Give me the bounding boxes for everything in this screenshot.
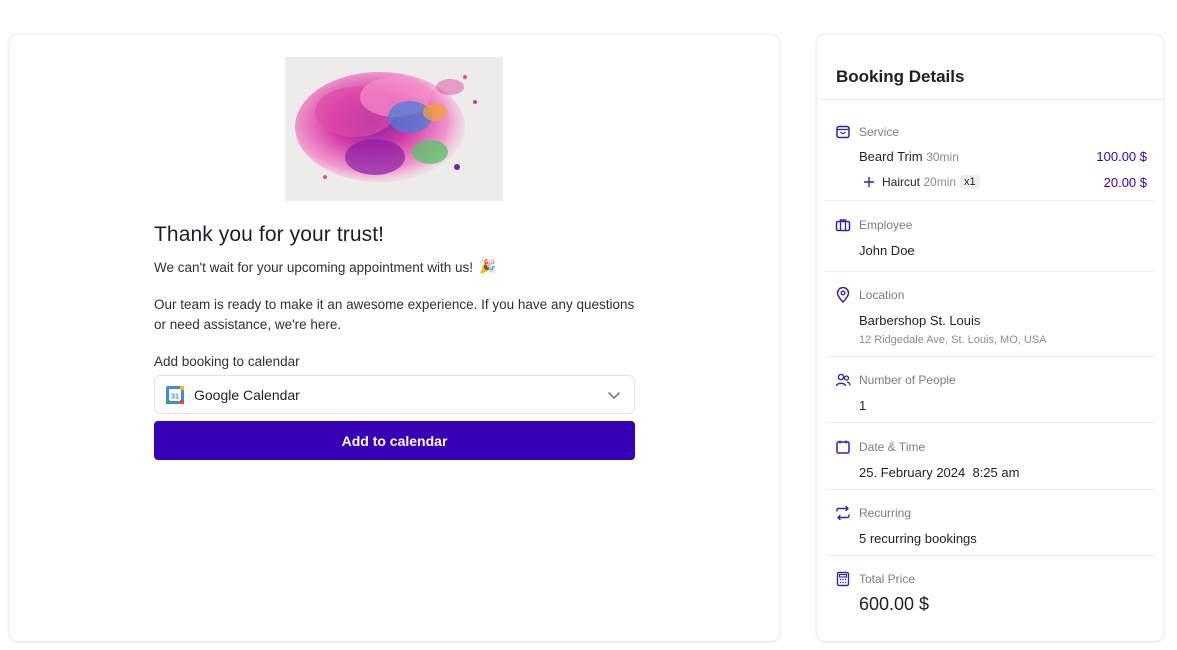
location-section: Location Barbershop St. Louis 12 Ridgeda… [825, 287, 1155, 357]
users-icon [835, 373, 851, 387]
datetime-label: Date & Time [859, 440, 926, 454]
svg-text:31: 31 [171, 393, 179, 400]
datetime-value: 25. February 2024 8:25 am [859, 465, 1019, 480]
date-value: 25. February 2024 [859, 465, 966, 480]
datetime-section: Date & Time 25. February 2024 8:25 am [825, 439, 1155, 490]
calendar-select[interactable]: 31 Google Calendar [154, 375, 635, 414]
people-value: 1 [859, 398, 867, 413]
briefcase-icon [835, 219, 851, 232]
location-label: Location [859, 288, 905, 302]
shopping-bag-icon [836, 125, 850, 139]
add-to-calendar-button[interactable]: Add to calendar [154, 421, 635, 460]
subtitle: We can't wait for your upcoming appointm… [154, 259, 635, 275]
subtitle-text: We can't wait for your upcoming appointm… [154, 259, 473, 275]
location-address: 12 Ridgedale Ave, St. Louis, MO, USA [859, 334, 1047, 346]
recurring-section: Recurring 5 recurring bookings [825, 505, 1155, 556]
service-label: Service [859, 125, 900, 139]
employee-label: Employee [859, 218, 913, 232]
confirmation-card: Thank you for your trust! We can't wait … [10, 35, 779, 641]
total-label: Total Price [859, 572, 916, 586]
map-pin-icon [836, 287, 850, 303]
total-value: 600.00 $ [859, 594, 930, 614]
recurring-label: Recurring [859, 506, 912, 520]
divider [817, 99, 1163, 100]
page-title: Thank you for your trust! [154, 223, 385, 246]
service-duration: 30min [926, 150, 959, 164]
total-section: Total Price 600.00 $ [825, 571, 1155, 621]
paint-splash-image [285, 57, 503, 201]
service-price: 100.00 $ [1096, 149, 1147, 164]
location-name: Barbershop St. Louis [859, 313, 981, 328]
service-main: Beard Trim 30min [859, 149, 959, 164]
chevron-down-icon [608, 391, 620, 399]
calculator-icon [836, 571, 850, 587]
repeat-icon [836, 505, 850, 521]
people-section: Number of People 1 [825, 372, 1155, 423]
people-label: Number of People [859, 373, 956, 387]
extra-name: Haircut [882, 175, 921, 189]
hero-image [285, 57, 503, 201]
service-name: Beard Trim [859, 149, 923, 164]
service-section: Service Beard Trim 30min 100.00 $ Haircu… [825, 124, 1155, 201]
google-calendar-icon: 31 [166, 385, 184, 404]
booking-details-card: Booking Details Service Beard Trim 30min… [817, 35, 1163, 641]
info-paragraph: Our team is ready to make it an awesome … [154, 297, 635, 332]
recurring-value: 5 recurring bookings [859, 531, 977, 546]
employee-value: John Doe [859, 243, 915, 258]
confirmation-content: Thank you for your trust! We can't wait … [154, 223, 635, 460]
plus-icon [864, 177, 874, 187]
party-popper-icon: 🎉 [478, 259, 496, 274]
booking-details-title: Booking Details [836, 67, 965, 86]
calendar-label: Add booking to calendar [154, 354, 300, 369]
calendar-icon [836, 440, 850, 454]
extra-price: 20.00 $ [1103, 175, 1147, 190]
time-value: 8:25 am [972, 465, 1020, 480]
employee-section: Employee John Doe [825, 217, 1155, 272]
extra-duration: 20min [923, 175, 957, 189]
extra-qty-badge: x1 [960, 175, 980, 189]
calendar-select-value: Google Calendar [194, 386, 300, 403]
service-extra: Haircut 20min x1 [863, 175, 980, 189]
